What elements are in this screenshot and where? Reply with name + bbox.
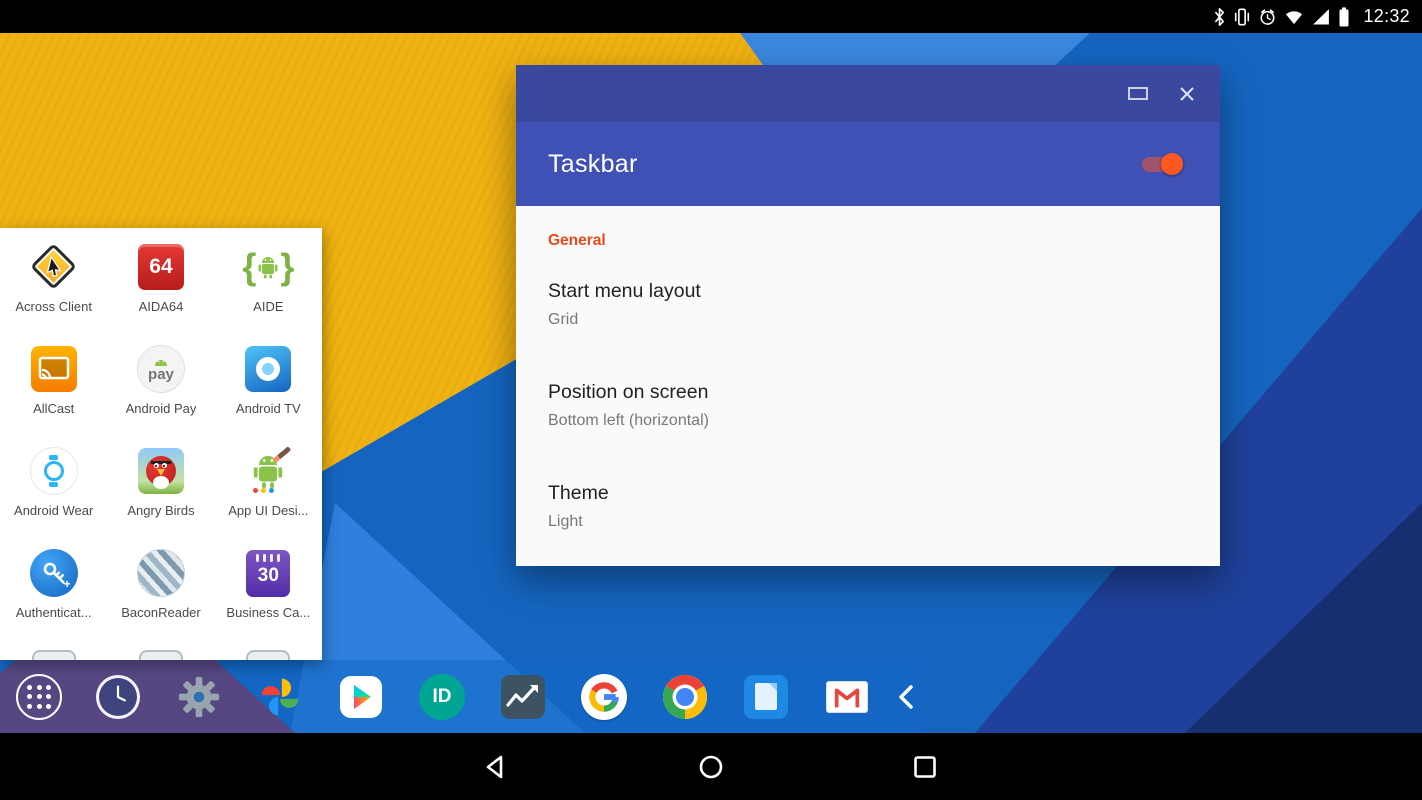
- settings-list: General Start menu layout Grid Position …: [516, 206, 1220, 609]
- app-android-wear[interactable]: Android Wear: [0, 444, 107, 546]
- taskbar-app-clock[interactable]: [93, 672, 143, 722]
- watch-circle-icon: [27, 444, 81, 498]
- app-label: Android Pay: [126, 401, 197, 416]
- collapse-taskbar-button[interactable]: [894, 681, 918, 713]
- app-android-tv[interactable]: Android TV: [215, 342, 322, 444]
- chart-app-icon: [501, 675, 545, 719]
- app-label: Across Client: [15, 299, 92, 314]
- google-g-icon: [581, 674, 627, 720]
- app-label: AllCast: [33, 401, 74, 416]
- red-bird-icon: [134, 444, 188, 498]
- app-icon-partial: [32, 650, 76, 660]
- taskbar-enable-toggle[interactable]: [1142, 157, 1180, 172]
- taskbar-app-gmail[interactable]: [822, 672, 872, 722]
- app-label: AIDA64: [139, 299, 184, 314]
- taskbar: ID: [0, 660, 922, 733]
- toggle-thumb: [1161, 153, 1183, 175]
- app-angry-birds[interactable]: Angry Birds: [107, 444, 214, 546]
- red-square-icon: 64: [134, 240, 188, 294]
- bluetooth-icon: [1213, 7, 1226, 27]
- status-bar: 12:32: [0, 0, 1422, 33]
- app-label: Authenticat...: [16, 605, 92, 620]
- app-label: BaconReader: [121, 605, 201, 620]
- section-header: General: [548, 232, 1188, 250]
- app-label: Android Wear: [14, 503, 93, 518]
- app-aide[interactable]: { } AIDE: [215, 240, 322, 342]
- recents-icon: [911, 753, 939, 781]
- taskbar-app-photos[interactable]: [255, 672, 305, 722]
- app-label: AIDE: [253, 299, 283, 314]
- app-partial[interactable]: [215, 648, 322, 660]
- app-label: Business Ca...: [226, 605, 310, 620]
- app-label: Android TV: [236, 401, 301, 416]
- road-sign-cursor-icon: [27, 240, 81, 294]
- home-button[interactable]: [697, 753, 725, 781]
- alarm-icon: [1258, 7, 1277, 27]
- back-icon: [483, 753, 511, 781]
- files-icon: [744, 675, 788, 719]
- maximize-icon[interactable]: [1128, 87, 1148, 100]
- taskbar-app-chart[interactable]: [498, 672, 548, 722]
- recents-button[interactable]: [911, 753, 939, 781]
- home-icon: [697, 753, 725, 781]
- app-partial[interactable]: [0, 648, 107, 660]
- page-title: Taskbar: [548, 150, 1142, 179]
- app-authenticator[interactable]: + Authenticat...: [0, 546, 107, 648]
- setting-theme[interactable]: Theme Light: [548, 482, 1188, 531]
- taskbar-app-google[interactable]: [579, 672, 629, 722]
- app-label: Angry Birds: [127, 503, 194, 518]
- app-partial[interactable]: [107, 648, 214, 660]
- play-store-icon: [338, 674, 384, 720]
- striped-circle-icon: [134, 546, 188, 600]
- chrome-icon: [663, 675, 707, 719]
- gmail-icon: [826, 681, 868, 713]
- taskbar-app-files[interactable]: [741, 672, 791, 722]
- navigation-bar: [0, 733, 1422, 800]
- clock-time: 12:32: [1363, 6, 1410, 27]
- taskbar-settings-window: Taskbar General Start menu layout Grid P…: [516, 65, 1220, 566]
- taskbar-app-id[interactable]: ID: [417, 672, 467, 722]
- id-app-icon: ID: [419, 674, 465, 720]
- pay-circle-icon: pay: [134, 342, 188, 396]
- taskbar-app-play-store[interactable]: [336, 672, 386, 722]
- purple-calendar-icon: 30: [241, 546, 295, 600]
- vibrate-icon: [1233, 7, 1251, 27]
- app-across-client[interactable]: Across Client: [0, 240, 107, 342]
- chevron-left-icon: [894, 681, 918, 713]
- app-grid-icon: [27, 685, 51, 709]
- taskbar-app-settings[interactable]: [174, 672, 224, 722]
- window-decor-strip: [516, 65, 1220, 122]
- clock-icon: [96, 675, 140, 719]
- signal-icon: [1311, 7, 1331, 27]
- gear-icon: [176, 674, 222, 720]
- blue-lens-icon: [241, 342, 295, 396]
- wifi-icon: [1284, 7, 1304, 27]
- close-icon[interactable]: [1178, 85, 1196, 103]
- android-paintbrush-icon: [241, 444, 295, 498]
- app-icon-partial: [246, 650, 290, 660]
- app-icon-partial: [139, 650, 183, 660]
- photos-pinwheel-icon: [258, 675, 302, 719]
- app-aida64[interactable]: 64 AIDA64: [107, 240, 214, 342]
- app-android-pay[interactable]: pay Android Pay: [107, 342, 214, 444]
- app-allcast[interactable]: AllCast: [0, 342, 107, 444]
- app-business-calendar[interactable]: 30 Business Ca...: [215, 546, 322, 648]
- app-grid: Across Client 64 AIDA64 {: [0, 228, 322, 660]
- android-braces-icon: { }: [241, 240, 295, 294]
- taskbar-app-chrome[interactable]: [660, 672, 710, 722]
- window-titlebar: Taskbar: [516, 122, 1220, 206]
- back-button[interactable]: [483, 753, 511, 781]
- battery-icon: [1338, 7, 1350, 27]
- setting-position-on-screen[interactable]: Position on screen Bottom left (horizont…: [548, 381, 1188, 430]
- start-menu: Across Client 64 AIDA64 {: [0, 228, 322, 660]
- orange-cast-screen-icon: [27, 342, 81, 396]
- setting-start-menu-layout[interactable]: Start menu layout Grid: [548, 280, 1188, 329]
- app-app-ui-designer[interactable]: App UI Desi...: [215, 444, 322, 546]
- start-button[interactable]: [16, 674, 62, 720]
- app-label: App UI Desi...: [228, 503, 308, 518]
- blue-key-icon: +: [27, 546, 81, 600]
- app-baconreader[interactable]: BaconReader: [107, 546, 214, 648]
